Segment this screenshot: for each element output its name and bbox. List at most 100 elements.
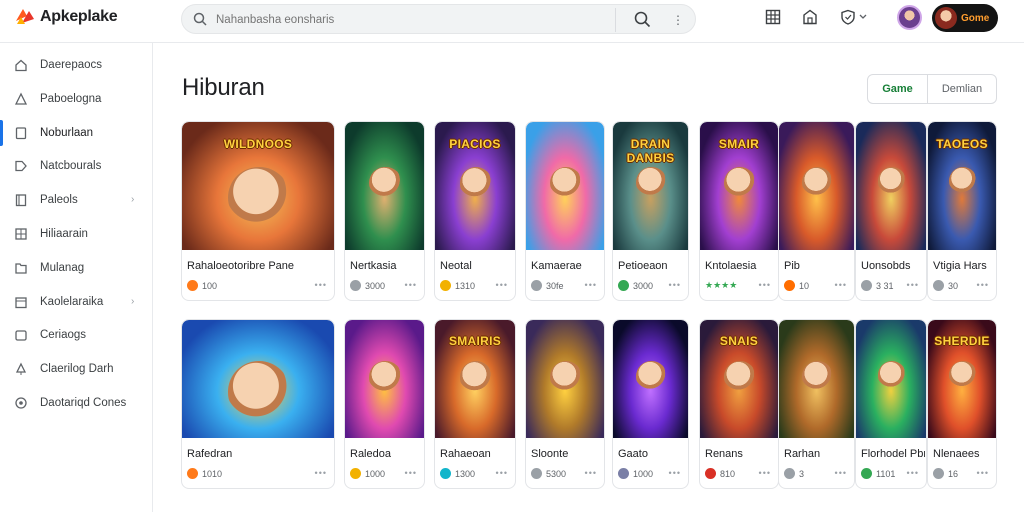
game-thumbnail[interactable] [856, 320, 926, 438]
game-meta-value: 10 [799, 280, 810, 291]
sidebar-item-7[interactable]: Mulanag [0, 253, 152, 283]
more-options-icon[interactable]: ••• [315, 468, 327, 478]
sidebar-item-5[interactable]: Paleols › [0, 185, 152, 215]
more-options-icon[interactable]: ••• [907, 280, 919, 290]
sidebar-item-8[interactable]: Kaolelaraika › [0, 287, 152, 317]
store-icon[interactable] [802, 9, 818, 30]
more-options-icon[interactable]: ••• [907, 468, 919, 478]
game-art-title: DRAIN DANBIS [626, 137, 675, 166]
game-card[interactable]: Uonsobds 3 31 ••• [855, 121, 927, 301]
more-options-icon[interactable]: ••• [669, 468, 681, 478]
rating-badge-icon [618, 280, 629, 291]
game-thumbnail[interactable] [779, 122, 854, 250]
game-card[interactable]: Gaato 1000 ••• [612, 319, 689, 489]
game-card[interactable]: SNAIS Renans 810 ••• [699, 319, 779, 489]
game-name: Kamaerae [531, 260, 582, 272]
sidebar-item-1[interactable]: Daerepaocs [0, 50, 152, 80]
more-options-icon[interactable]: ••• [405, 280, 417, 290]
character-art [228, 361, 290, 423]
more-options-icon[interactable]: ••• [585, 280, 597, 290]
game-thumbnail[interactable]: SMAIR [700, 122, 778, 250]
search-input[interactable] [216, 11, 596, 29]
game-thumbnail[interactable]: SHERDIE [928, 320, 996, 438]
game-card[interactable]: Rarhan 3 ••• [778, 319, 855, 489]
more-options-icon[interactable]: ••• [405, 468, 417, 478]
game-thumbnail[interactable] [526, 122, 604, 250]
game-thumbnail[interactable] [613, 320, 688, 438]
game-meta-value: 810 [720, 468, 736, 479]
search-divider [615, 8, 616, 32]
game-card[interactable]: TAOEOS Vtigia Hars 30 ••• [927, 121, 997, 301]
toggle-option-game[interactable]: Game [868, 75, 928, 103]
search-button-icon[interactable] [634, 11, 651, 33]
sidebar-item-9[interactable]: Ceriaogs [0, 320, 152, 350]
sidebar-item-label: Mulanag [40, 261, 85, 274]
game-card[interactable]: Florhodel Pbnra 1101 ••• [855, 319, 927, 489]
rating-badge-icon [187, 280, 198, 291]
game-thumbnail[interactable] [526, 320, 604, 438]
game-card[interactable]: WILDNOOS Rahaloeotoribre Pane 100 ••• [181, 121, 335, 301]
game-card[interactable]: SMAIR Kntolaesia ★★★★ ••• [699, 121, 779, 301]
grid-view-icon[interactable] [765, 9, 781, 30]
sidebar-item-3[interactable]: Noburlaan [0, 118, 152, 148]
account-pill[interactable]: Gome [932, 4, 998, 32]
user-avatar[interactable] [897, 5, 922, 30]
game-meta: 1000 [350, 468, 385, 479]
app-logo[interactable]: Apkeplake [14, 6, 118, 28]
game-thumbnail[interactable] [856, 122, 926, 250]
sidebar-item-11[interactable]: Daotariqd Cones [0, 388, 152, 418]
game-thumbnail[interactable]: TAOEOS [928, 122, 996, 250]
game-thumbnail[interactable] [182, 320, 334, 438]
flag-icon [14, 126, 28, 140]
more-options-icon[interactable]: ••• [585, 468, 597, 478]
game-thumbnail[interactable]: DRAIN DANBIS [613, 122, 688, 250]
more-options-icon[interactable]: ••• [977, 468, 989, 478]
sidebar-item-label: Kaolelaraika [40, 295, 104, 308]
game-card[interactable]: Pib 10 ••• [778, 121, 855, 301]
page-title: Hiburan [182, 74, 265, 101]
more-options-icon[interactable]: ••• [835, 468, 847, 478]
grid-icon [14, 227, 28, 241]
game-thumbnail[interactable] [345, 320, 424, 438]
sidebar-item-6[interactable]: Hiliaarain [0, 219, 152, 249]
more-options-icon[interactable]: ••• [759, 280, 771, 290]
toggle-option-demlian[interactable]: Demlian [928, 75, 996, 103]
game-card[interactable]: DRAIN DANBIS Petioeaon 3000 ••• [612, 121, 689, 301]
more-options-icon[interactable]: ••• [835, 280, 847, 290]
more-options-icon[interactable]: ••• [669, 280, 681, 290]
game-card[interactable]: PIACIOS Neotal 1310 ••• [434, 121, 516, 301]
more-options-icon[interactable]: ••• [496, 468, 508, 478]
game-card[interactable]: Kamaerae 30fe ••• [525, 121, 605, 301]
game-thumbnail[interactable]: SNAIS [700, 320, 778, 438]
content-type-toggle[interactable]: Game Demlian [867, 74, 997, 104]
character-art [724, 166, 756, 199]
search-bar[interactable]: ⋮ [181, 4, 696, 34]
chevron-right-icon[interactable]: › [131, 296, 134, 307]
more-options-icon[interactable]: ••• [315, 280, 327, 290]
chevron-right-icon[interactable]: › [131, 194, 134, 205]
more-options-icon[interactable]: ••• [496, 280, 508, 290]
game-thumbnail[interactable]: SMAIRIS [435, 320, 515, 438]
game-card[interactable]: Rafedran 1010 ••• [181, 319, 335, 489]
game-thumbnail[interactable]: WILDNOOS [182, 122, 334, 250]
sidebar-item-2[interactable]: Paboelogna [0, 84, 152, 114]
game-thumbnail[interactable] [345, 122, 424, 250]
sidebar-item-label: Daotariqd Cones [40, 397, 127, 409]
game-card[interactable]: Raledoa 1000 ••• [344, 319, 425, 489]
top-bar: Apkeplake ⋮ Gome [0, 0, 1024, 38]
game-meta-value: 1101 [876, 468, 896, 479]
game-card[interactable]: Sloonte 5300 ••• [525, 319, 605, 489]
game-card[interactable]: Nertkasia 3000 ••• [344, 121, 425, 301]
sidebar-item-4[interactable]: Natcbourals [0, 151, 152, 181]
game-card[interactable]: SHERDIE Nlenaees 16 ••• [927, 319, 997, 489]
game-card[interactable]: SMAIRIS Rahaeoan 1300 ••• [434, 319, 516, 489]
sidebar-item-label: Hiliaarain [40, 228, 88, 240]
game-thumbnail[interactable]: PIACIOS [435, 122, 515, 250]
shield-icon[interactable] [840, 9, 868, 30]
game-thumbnail[interactable] [779, 320, 854, 438]
more-options-icon[interactable]: ••• [759, 468, 771, 478]
more-vert-icon[interactable]: ⋮ [669, 11, 687, 29]
game-meta-value: ★★★★ [705, 280, 738, 290]
sidebar-item-10[interactable]: Claerilog Darh [0, 354, 152, 384]
more-options-icon[interactable]: ••• [977, 280, 989, 290]
